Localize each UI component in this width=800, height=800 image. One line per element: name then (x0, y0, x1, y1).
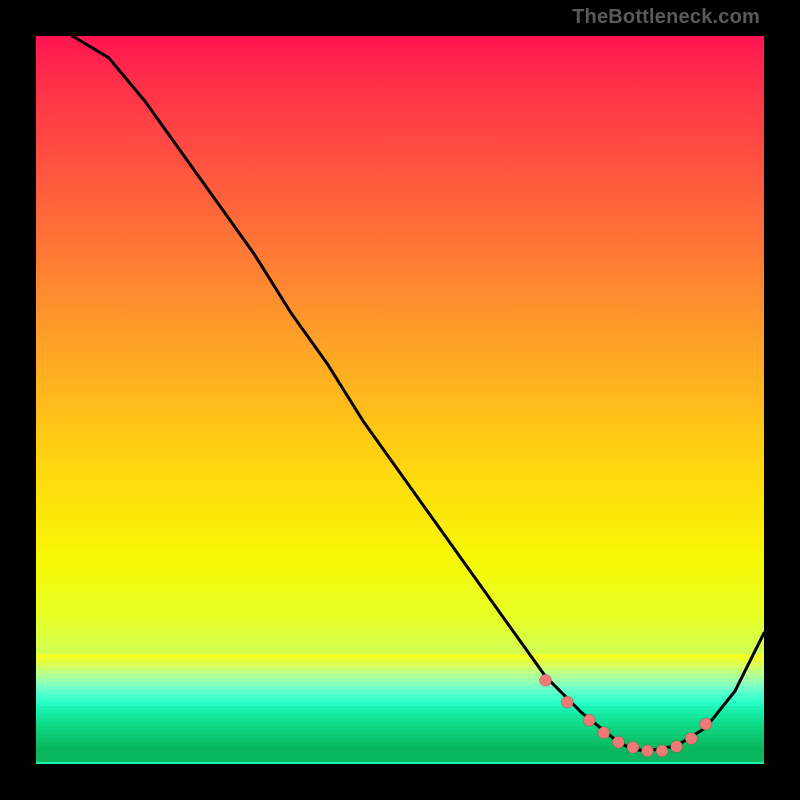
marker-point (642, 745, 654, 757)
plot-area (36, 36, 764, 764)
marker-point (656, 745, 668, 757)
marker-point (561, 696, 573, 708)
bottleneck-curve (72, 36, 764, 751)
chart-svg (36, 36, 764, 764)
marker-point (540, 674, 552, 686)
watermark-text: TheBottleneck.com (572, 6, 760, 29)
marker-point (583, 714, 595, 726)
marker-point (627, 741, 639, 753)
marker-point (685, 733, 697, 745)
marker-point (612, 736, 624, 748)
chart-container: TheBottleneck.com (0, 0, 800, 800)
marker-point (671, 741, 683, 753)
marker-point (598, 727, 610, 739)
marker-point (700, 718, 712, 730)
